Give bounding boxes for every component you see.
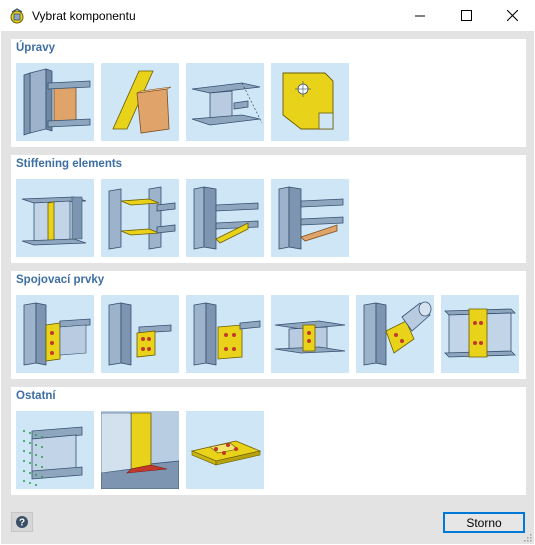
member-cut-icon bbox=[191, 82, 263, 126]
web-stiffener-icon bbox=[21, 196, 87, 246]
maximize-button[interactable] bbox=[443, 0, 489, 31]
haunch-icon bbox=[278, 186, 344, 250]
end-plate-icon bbox=[193, 302, 261, 366]
section-title: Spojovací prvky bbox=[16, 274, 105, 286]
section-title: Ostatní bbox=[16, 390, 56, 402]
close-icon bbox=[506, 10, 518, 21]
component-tile-plate-editor[interactable] bbox=[271, 63, 349, 141]
section-title: Stiffening elements bbox=[16, 158, 123, 170]
component-tile-cutting-plane[interactable] bbox=[101, 63, 179, 141]
plate-editor-icon bbox=[282, 72, 334, 130]
svg-text:?: ? bbox=[19, 518, 25, 529]
flange-stiffener-icon bbox=[108, 186, 176, 250]
diagonal-stiffener-icon bbox=[193, 186, 259, 250]
fin-plate-icon bbox=[23, 302, 91, 366]
cancel-button[interactable]: Storno bbox=[443, 512, 525, 533]
component-tile-end-plate[interactable] bbox=[186, 295, 264, 373]
dialog-client-area: Úpravy Stiffening elements Spojovací prv… bbox=[1, 31, 534, 544]
resize-grip-icon[interactable] bbox=[522, 532, 532, 542]
component-tile-cover-plate[interactable] bbox=[441, 295, 519, 373]
weld-icon bbox=[101, 411, 179, 489]
window-title: Vybrat komponentu bbox=[32, 8, 136, 23]
cutting-plane-icon bbox=[112, 70, 172, 134]
maximize-icon bbox=[460, 10, 472, 21]
close-button[interactable] bbox=[489, 0, 535, 31]
help-button[interactable]: ? bbox=[11, 512, 33, 532]
component-tile-diagonal-stiffener[interactable] bbox=[186, 179, 264, 257]
component-tile-base-plate[interactable] bbox=[186, 411, 264, 489]
help-icon: ? bbox=[16, 516, 28, 529]
component-app-icon bbox=[10, 7, 24, 23]
component-tile-fin-plate[interactable] bbox=[16, 295, 94, 373]
column-beam-plate-cut-icon bbox=[23, 68, 91, 136]
title-bar[interactable]: Vybrat komponentu bbox=[0, 0, 535, 31]
section-upravy: Úpravy bbox=[11, 39, 526, 147]
section-ostatni: Ostatní bbox=[11, 387, 526, 495]
minimize-button[interactable] bbox=[397, 0, 443, 31]
component-tile-tube-connection[interactable] bbox=[356, 295, 434, 373]
splice-plate-icon bbox=[274, 320, 346, 354]
base-plate-icon bbox=[190, 440, 262, 466]
section-title: Úpravy bbox=[16, 42, 55, 54]
minimize-icon bbox=[415, 15, 425, 16]
component-tile-weld[interactable] bbox=[101, 411, 179, 489]
tube-gusset-icon bbox=[363, 301, 432, 366]
cover-plate-icon bbox=[444, 308, 516, 358]
auxiliary-plane-icon bbox=[23, 426, 83, 486]
angle-cleat-icon bbox=[108, 302, 172, 366]
component-tile-flange-stiffener[interactable] bbox=[101, 179, 179, 257]
component-tile-splice[interactable] bbox=[271, 295, 349, 373]
component-tile-plate-cut[interactable] bbox=[16, 63, 94, 141]
component-tile-member-cut[interactable] bbox=[186, 63, 264, 141]
component-tile-auxiliary-plane[interactable] bbox=[16, 411, 94, 489]
component-tile-angle-cleat[interactable] bbox=[101, 295, 179, 373]
section-stiffening-elements: Stiffening elements bbox=[11, 155, 526, 263]
component-tile-haunch[interactable] bbox=[271, 179, 349, 257]
component-tile-web-stiffener[interactable] bbox=[16, 179, 94, 257]
section-spojovaci-prvky: Spojovací prvky bbox=[11, 271, 526, 379]
